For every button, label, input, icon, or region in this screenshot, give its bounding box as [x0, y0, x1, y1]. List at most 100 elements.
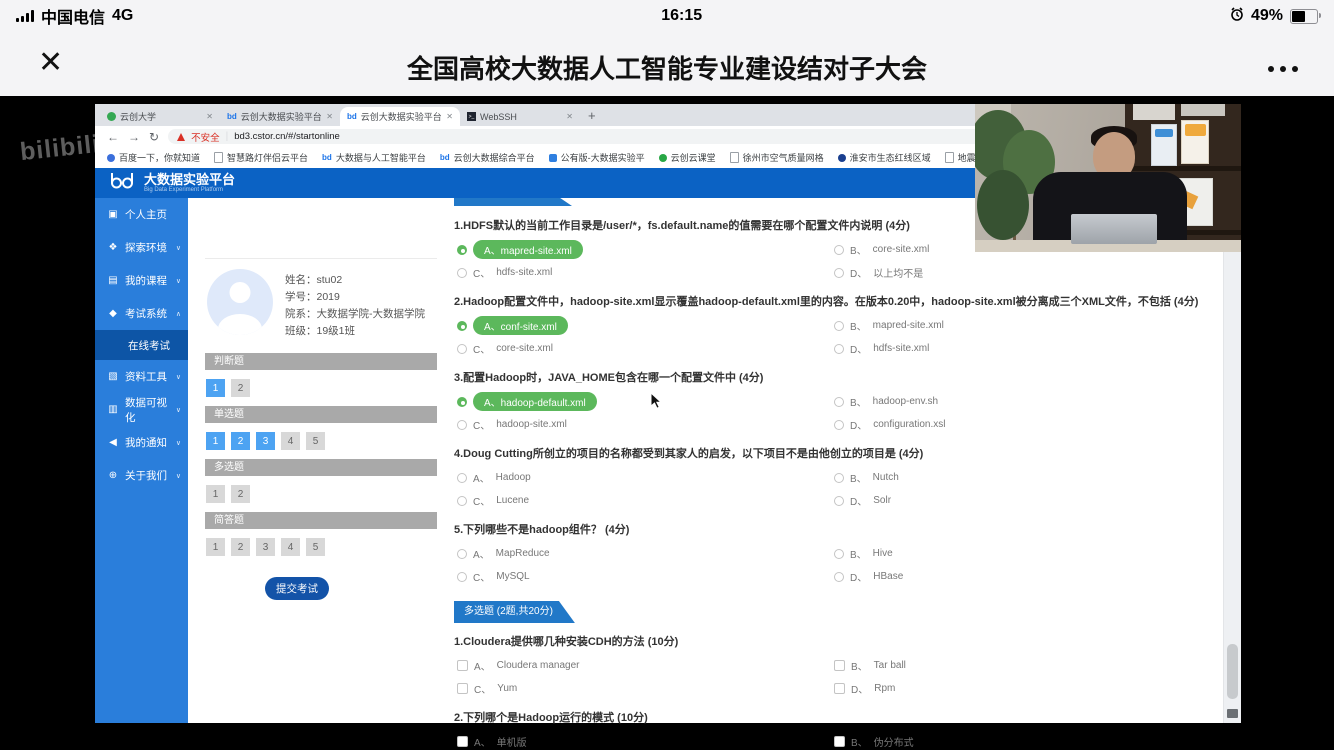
sidebar-item[interactable]: ❖探索环境∨	[95, 231, 188, 264]
answer-option[interactable]: B、hadoop-env.sh	[834, 393, 1211, 410]
answer-option[interactable]: B、Hive	[834, 545, 1211, 562]
radio-control[interactable]	[834, 245, 844, 255]
answer-option[interactable]: C、core-site.xml	[457, 340, 834, 357]
radio-control[interactable]	[834, 268, 844, 278]
radio-control[interactable]	[834, 572, 844, 582]
question-number-button[interactable]: 1	[206, 538, 225, 556]
sidebar-item[interactable]: ▣个人主页	[95, 198, 188, 231]
bookmark-item[interactable]: 智慧路灯伴侣云平台	[214, 151, 308, 164]
radio-control[interactable]	[457, 549, 467, 559]
radio-control[interactable]	[457, 321, 467, 331]
bookmark-item[interactable]: bd云创大数据综合平台	[440, 151, 535, 164]
browser-tab[interactable]: bd云创大数据实验平台✕	[220, 107, 340, 126]
radio-control[interactable]	[457, 397, 467, 407]
radio-control[interactable]	[457, 420, 467, 430]
answer-option[interactable]: B、mapred-site.xml	[834, 317, 1211, 334]
radio-control[interactable]	[834, 496, 844, 506]
answer-option[interactable]: A、conf-site.xml	[457, 317, 834, 334]
answer-option[interactable]: D、以上均不是	[834, 264, 1211, 281]
forward-icon[interactable]: →	[128, 131, 140, 143]
answer-option[interactable]: A、Cloudera manager	[457, 657, 834, 674]
checkbox-control[interactable]	[457, 683, 468, 694]
question-number-button[interactable]: 2	[231, 432, 250, 450]
sidebar-item[interactable]: ◆考试系统∧	[95, 297, 188, 330]
answer-option[interactable]: D、HBase	[834, 568, 1211, 585]
answer-option[interactable]: C、hadoop-site.xml	[457, 416, 834, 433]
question-number-button[interactable]: 2	[231, 538, 250, 556]
tab-close-icon[interactable]: ✕	[566, 112, 573, 121]
answer-option[interactable]: C、MySQL	[457, 568, 834, 585]
sidebar-subitem[interactable]: 在线考试	[95, 330, 188, 360]
sidebar-item[interactable]: ◀我的通知∨	[95, 426, 188, 459]
tab-close-icon[interactable]: ✕	[446, 112, 453, 121]
bookmark-item[interactable]: 云创云课堂	[659, 151, 716, 164]
sidebar-item[interactable]: ⊕关于我们∨	[95, 459, 188, 492]
answer-option[interactable]: B、伪分布式	[834, 733, 1211, 750]
answer-option[interactable]: D、hdfs-site.xml	[834, 340, 1211, 357]
sidebar-item[interactable]: ▤我的课程∨	[95, 264, 188, 297]
checkbox-control[interactable]	[457, 660, 468, 671]
question-number-button[interactable]: 1	[206, 432, 225, 450]
question-number-button[interactable]: 2	[231, 379, 250, 397]
radio-control[interactable]	[834, 397, 844, 407]
answer-option[interactable]: C、hdfs-site.xml	[457, 264, 834, 281]
answer-option[interactable]: A、mapred-site.xml	[457, 241, 834, 258]
more-button[interactable]	[1268, 66, 1298, 72]
answer-option[interactable]: A、MapReduce	[457, 545, 834, 562]
document-icon	[730, 152, 739, 163]
tab-close-icon[interactable]: ✕	[206, 112, 213, 121]
answer-option[interactable]: A、Hadoop	[457, 469, 834, 486]
radio-control[interactable]	[834, 321, 844, 331]
radio-control[interactable]	[457, 245, 467, 255]
bookmark-item[interactable]: 百度一下，你就知道	[107, 151, 200, 164]
checkbox-control[interactable]	[834, 660, 845, 671]
radio-control[interactable]	[457, 496, 467, 506]
browser-tab[interactable]: 云创大学✕	[100, 107, 220, 126]
radio-control[interactable]	[834, 420, 844, 430]
answer-option[interactable]: D、Solr	[834, 492, 1211, 509]
question-number-button[interactable]: 4	[281, 432, 300, 450]
question-number-button[interactable]: 3	[256, 432, 275, 450]
radio-control[interactable]	[457, 473, 467, 483]
radio-control[interactable]	[457, 344, 467, 354]
browser-tab[interactable]: >_WebSSH✕	[460, 107, 580, 126]
answer-option[interactable]: A、hadoop-default.xml	[457, 393, 834, 410]
question-number-button[interactable]: 3	[256, 538, 275, 556]
question-number-button[interactable]: 5	[306, 432, 325, 450]
checkbox-control[interactable]	[834, 683, 845, 694]
answer-option[interactable]: C、Yum	[457, 680, 834, 697]
question-number-button[interactable]: 5	[306, 538, 325, 556]
question-number-button[interactable]: 1	[206, 379, 225, 397]
sidebar-item[interactable]: ▧资料工具∨	[95, 360, 188, 393]
answer-option[interactable]: D、configuration.xsl	[834, 416, 1211, 433]
bookmark-item[interactable]: bd大数据与人工智能平台	[322, 151, 426, 164]
question-number-button[interactable]: 2	[231, 485, 250, 503]
checkbox-control[interactable]	[457, 736, 468, 747]
answer-option[interactable]: D、Rpm	[834, 680, 1211, 697]
bookmark-item[interactable]: 公有版-大数据实验平	[549, 151, 645, 164]
scrollbar-corner-icon	[1227, 709, 1238, 718]
radio-control[interactable]	[834, 549, 844, 559]
back-icon[interactable]: ←	[107, 131, 119, 143]
question-number-button[interactable]: 1	[206, 485, 225, 503]
radio-control[interactable]	[834, 473, 844, 483]
tab-close-icon[interactable]: ✕	[326, 112, 333, 121]
answer-option[interactable]: A、单机版	[457, 733, 834, 750]
scrollbar-thumb[interactable]	[1227, 644, 1238, 699]
answer-option[interactable]: B、Nutch	[834, 469, 1211, 486]
new-tab-button[interactable]: +	[588, 108, 596, 123]
radio-control[interactable]	[457, 572, 467, 582]
browser-tab[interactable]: bd云创大数据实验平台✕	[340, 107, 460, 126]
checkbox-control[interactable]	[834, 736, 845, 747]
bookmark-item[interactable]: 淮安市生态红线区域	[838, 151, 931, 164]
answer-option[interactable]: C、Lucene	[457, 492, 834, 509]
reload-icon[interactable]: ↻	[149, 131, 159, 143]
question-number-button[interactable]: 4	[281, 538, 300, 556]
page-scrollbar[interactable]	[1223, 198, 1241, 723]
bookmark-item[interactable]: 徐州市空气质量网格	[730, 151, 824, 164]
answer-option[interactable]: B、Tar ball	[834, 657, 1211, 674]
sidebar-item[interactable]: ▥数据可视化∨	[95, 393, 188, 426]
radio-control[interactable]	[834, 344, 844, 354]
submit-exam-button[interactable]: 提交考试	[265, 577, 329, 600]
radio-control[interactable]	[457, 268, 467, 278]
